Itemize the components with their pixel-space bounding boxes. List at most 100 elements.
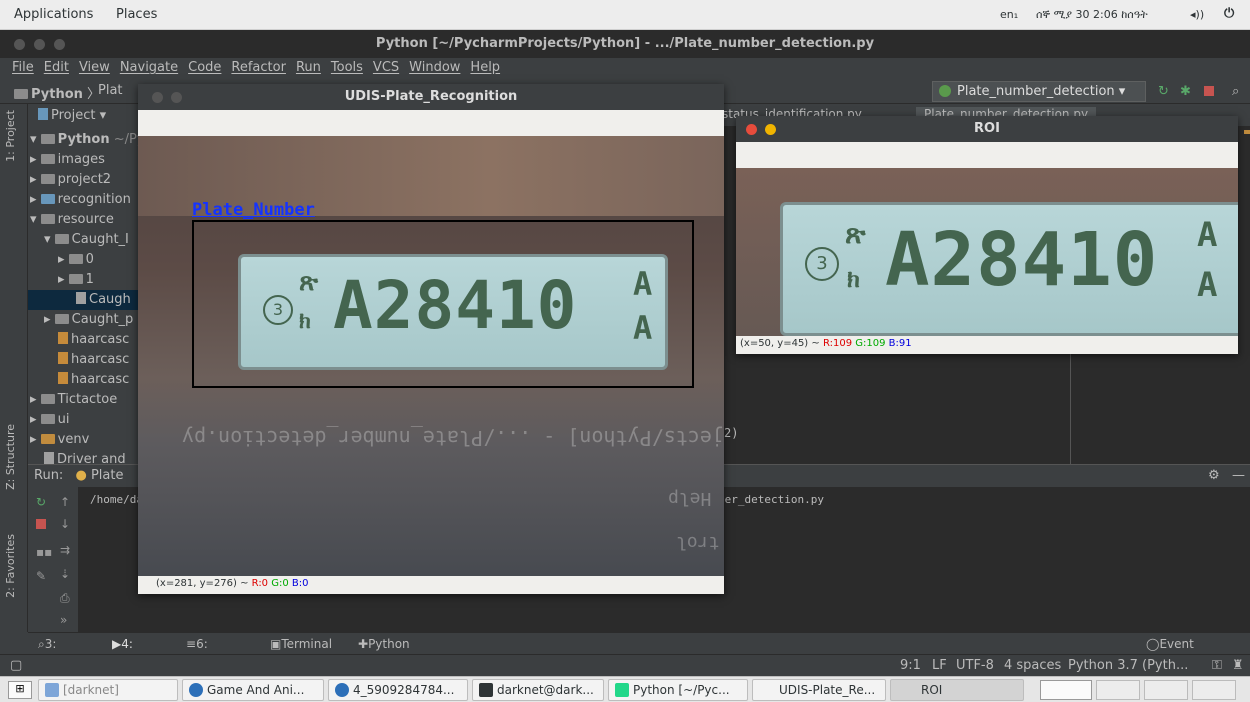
workspace-4[interactable] [1192,680,1236,700]
tab-find[interactable]: ⌕ 3: Find [38,633,69,673]
close-dot-icon[interactable] [14,39,25,50]
status-left-icon[interactable]: ▢ [10,655,22,677]
soft-wrap-icon[interactable]: ⇉ [60,543,70,557]
menu-navigate[interactable]: Navigate [120,58,178,80]
settings-gear-icon[interactable]: ⚙ [1208,465,1220,487]
applications-menu[interactable]: Applications [14,7,93,22]
menu-view[interactable]: View [79,58,110,80]
expand-arrow-icon[interactable]: ▸ [30,432,41,447]
menu-window[interactable]: Window [409,58,460,80]
menu-edit[interactable]: Edit [44,58,69,80]
rerun-icon[interactable]: ↻ [36,495,46,509]
task-terminal[interactable]: darknet@dark... [472,679,604,701]
minimize-dot-icon[interactable] [171,92,182,103]
tree-item[interactable]: ▸ venv [28,430,140,450]
tab-todo[interactable]: ≡ 6: TODO [186,633,232,673]
expand-arrow-icon[interactable]: ▸ [30,152,41,167]
tree-item[interactable]: haarcasc [28,330,140,350]
task-pycharm[interactable]: Python [~/Pyc... [608,679,748,701]
window-controls[interactable] [152,92,182,103]
tree-item[interactable]: ▾ resource [28,210,140,230]
rerun-icon[interactable]: ↻ [1158,84,1169,99]
interpreter[interactable]: Python 3.7 (Pyth... [1068,655,1188,677]
workspace-3[interactable] [1144,680,1188,700]
keyboard-layout[interactable]: en₁ [1000,8,1018,21]
pin-icon[interactable]: ✎ [36,569,46,583]
expand-arrow-icon[interactable]: ▸ [30,172,41,187]
menu-file[interactable]: File [12,58,34,80]
tree-item[interactable]: ▸ Caught_p [28,310,140,330]
structure-tool-tab[interactable]: Z: Structure [4,424,17,490]
show-desktop-icon[interactable]: ⊞ [8,681,32,699]
breadcrumb-project[interactable]: Python 〉 [14,83,100,102]
run-configuration-select[interactable]: Plate_number_detection ▾ [932,81,1146,102]
menu-run[interactable]: Run [296,58,321,80]
tab-python-console[interactable]: ✚ Python Console [358,633,416,673]
project-panel-header[interactable]: Project ▾ [28,106,140,126]
task-game-and-ani[interactable]: Game And Ani... [182,679,324,701]
menu-vcs[interactable]: VCS [373,58,399,80]
window-controls[interactable] [14,39,65,50]
window-controls[interactable] [746,124,776,135]
clock[interactable]: ሰኞ ሚያ 30 2:06 ከሰዓት [1036,8,1148,22]
inspector-icon[interactable]: ♜ [1232,655,1244,677]
tree-item[interactable]: ▸ Tictactoe [28,390,140,410]
indent-setting[interactable]: 4 spaces [1004,655,1061,677]
stop-icon[interactable] [36,519,46,529]
plate-recognition-titlebar[interactable]: UDIS-Plate_Recognition [138,84,724,110]
close-dot-icon[interactable] [746,124,757,135]
lock-icon[interactable]: ⚿ [1212,655,1222,677]
task-darknet-folder[interactable]: [darknet] [38,679,178,701]
tree-item[interactable]: ▸ recognition [28,190,140,210]
expand-arrow-icon[interactable]: ▸ [30,192,41,207]
tree-item[interactable]: ▸ project2 [28,170,140,190]
expand-arrow-icon[interactable]: ▾ [44,232,55,247]
debug-icon[interactable]: ✱ [1180,84,1191,99]
tree-item[interactable]: ▾ Caught_I [28,230,140,250]
places-menu[interactable]: Places [116,7,157,22]
camera-frame[interactable]: 3 ጽ ክ A28410 A A rmProjects/Python] - ..… [138,136,724,576]
menu-code[interactable]: Code [188,58,221,80]
tree-item[interactable]: Caugh [28,290,140,310]
menu-help[interactable]: Help [470,58,500,80]
volume-icon[interactable]: ◂)) [1190,8,1204,21]
task-udis-plate-recognition[interactable]: UDIS-Plate_Re... [752,679,886,701]
project-tool-tab[interactable]: 1: Project [4,110,17,162]
maximize-dot-icon[interactable] [54,39,65,50]
task-roi[interactable]: ROI [890,679,1024,701]
tree-root[interactable]: ▾ Python ~/Py [28,130,140,150]
workspace-switcher[interactable] [1040,680,1092,700]
expand-arrow-icon[interactable]: ▸ [30,392,41,407]
breadcrumb-file[interactable]: Plat [98,83,123,98]
tree-item[interactable]: haarcasc [28,350,140,370]
close-dot-icon[interactable] [152,92,163,103]
caret-position[interactable]: 9:1 [900,655,921,677]
console-output-tail[interactable]: ber_detection.py [718,493,824,506]
expand-arrow-icon[interactable]: ▸ [58,272,69,287]
layout-icon[interactable]: ▪▪ [36,545,52,559]
plate-recognition-window[interactable]: UDIS-Plate_Recognition 3 ጽ ክ A28410 A A … [138,84,724,594]
file-encoding[interactable]: UTF-8 [956,655,994,677]
event-log[interactable]: ◯ Event Log [1146,633,1194,673]
tab-terminal[interactable]: ▣ Terminal [270,633,332,655]
menu-tools[interactable]: Tools [331,58,363,80]
roi-titlebar[interactable]: ROI [736,116,1238,142]
run-tab[interactable]: Plate [91,468,124,483]
expand-arrow-icon[interactable]: ▸ [44,312,55,327]
roi-frame[interactable]: 3 ጽ ክ A28410 A A [736,168,1238,336]
scroll-up-icon[interactable]: ↑ [60,495,70,509]
hide-panel-icon[interactable]: — [1232,465,1245,487]
workspace-2[interactable] [1096,680,1140,700]
search-icon[interactable]: ⌕ [1232,84,1239,99]
roi-window[interactable]: ROI 3 ጽ ክ A28410 A A (x=50, y=45) ~ R:10… [736,116,1238,354]
console-output[interactable]: /home/da [90,493,143,506]
menu-refactor[interactable]: Refactor [231,58,286,80]
task-image-file[interactable]: 4_5909284784... [328,679,468,701]
power-icon[interactable]: ⏻ [1224,6,1234,21]
tree-item[interactable]: haarcasc [28,370,140,390]
tab-run[interactable]: ▶ 4: Run [112,633,144,673]
tree-item[interactable]: ▸ ui [28,410,140,430]
tree-item[interactable]: ▸ images [28,150,140,170]
tree-item[interactable]: ▸ 0 [28,250,140,270]
expand-arrow-icon[interactable]: ▾ [30,212,41,227]
